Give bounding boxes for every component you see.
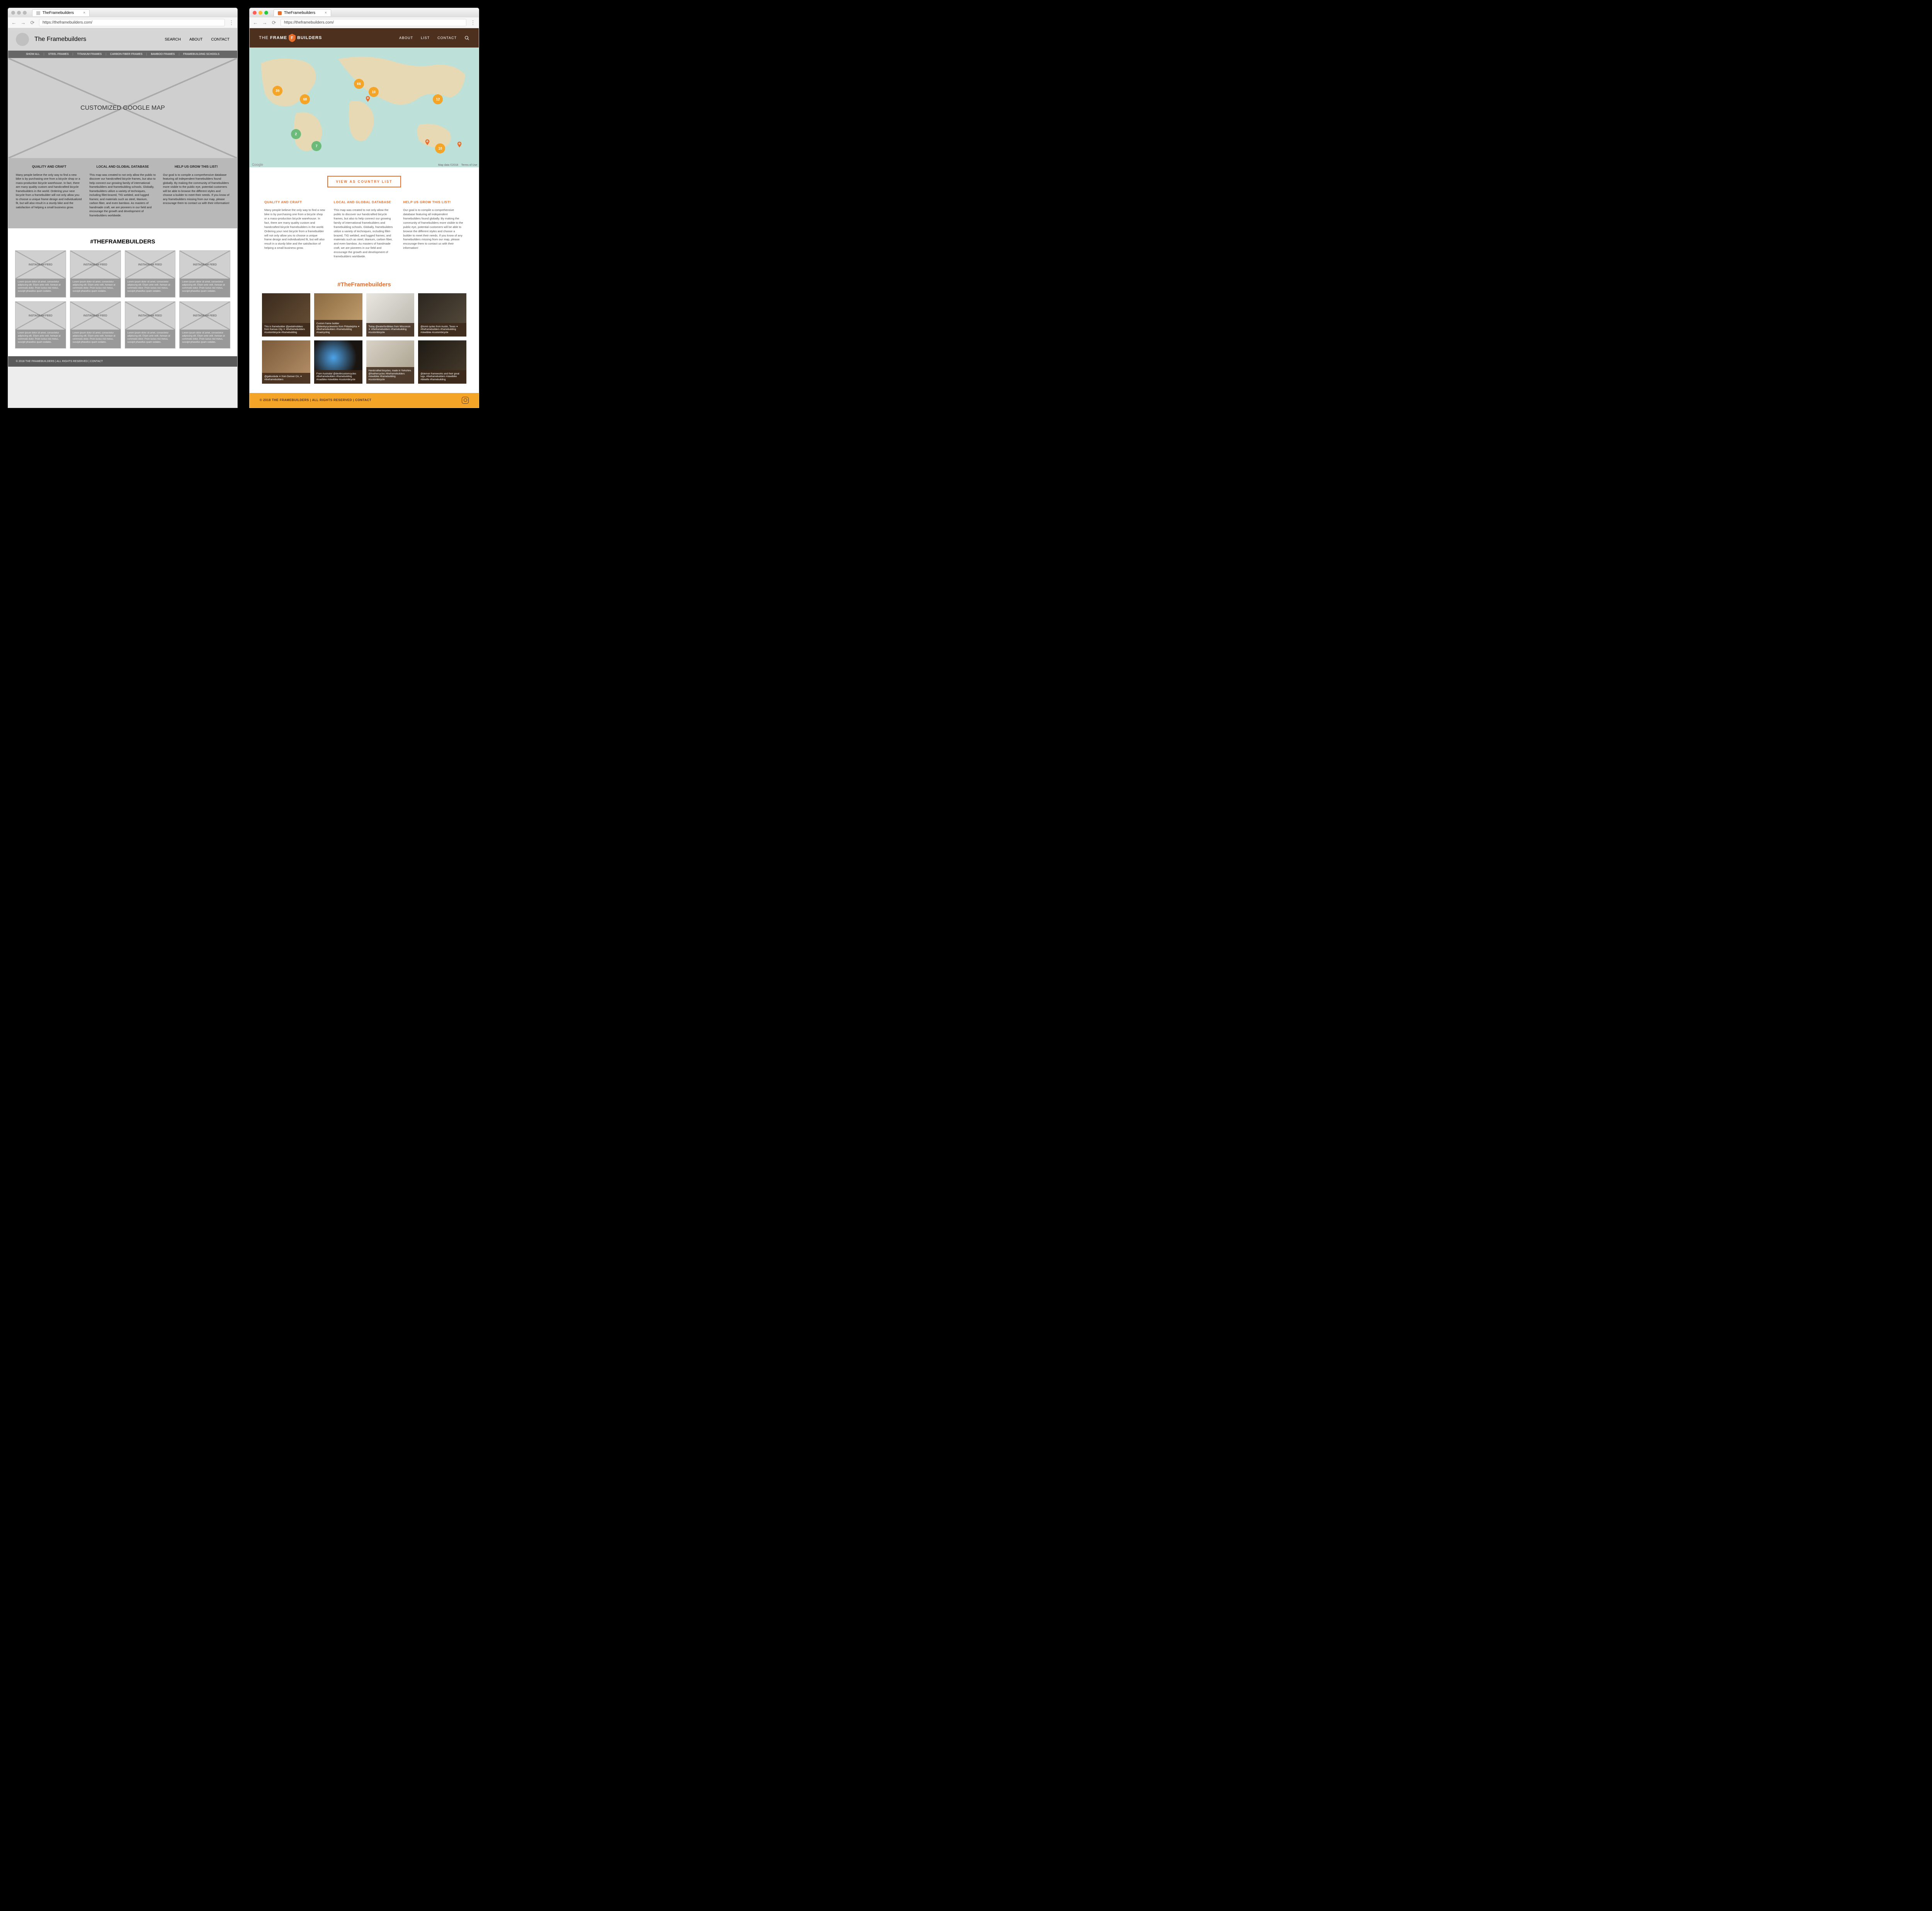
map-placeholder[interactable]: CUSTOMIZED GOOGLE MAP [8, 58, 237, 158]
footer: © 2018 THE FRAMEBUILDERS | ALL RIGHTS RE… [250, 393, 479, 408]
url-field[interactable]: https://theframebuilders.com/ [39, 19, 225, 26]
filter-steel[interactable]: STEEL FRAMES [48, 53, 69, 56]
insta-card[interactable]: Today @waterfordbikes from Wisconsin ✦ #… [366, 293, 415, 337]
filter-carbon[interactable]: CARBON FIBER FRAMES [110, 53, 143, 56]
col-help: HELP US GROW THIS LIST!Our goal is to co… [163, 165, 230, 218]
insta-card[interactable]: From Australia! @devlincustomcycles #the… [314, 340, 362, 384]
nav-contact[interactable]: CONTACT [437, 36, 457, 40]
main-nav: SEARCH ABOUT CONTACT [165, 37, 230, 42]
forward-icon[interactable]: → [20, 20, 26, 26]
insta-card[interactable]: INSTAGRAM FEEDLorem ipsum dolor sit amet… [15, 250, 66, 298]
map-cluster[interactable]: 7 [311, 141, 321, 151]
search-icon[interactable] [464, 36, 469, 41]
close-icon[interactable]: × [325, 11, 327, 15]
browser-tab[interactable]: TheFramebuilders × [274, 9, 331, 16]
map-pin-icon[interactable] [456, 141, 463, 148]
reload-icon[interactable]: ⟳ [271, 20, 277, 26]
address-bar: ← → ⟳ https://theframebuilders.com/ ⋮ [8, 17, 237, 28]
insta-card[interactable]: INSTAGRAM FEEDLorem ipsum dolor sit amet… [179, 250, 230, 298]
map-cluster[interactable]: 66 [354, 79, 364, 89]
window-controls[interactable] [11, 11, 27, 15]
insta-card[interactable]: INSTAGRAM FEEDLorem ipsum dolor sit amet… [15, 301, 66, 349]
info-columns: QUALITY AND CRAFTMany people believe the… [250, 196, 479, 274]
tab-title: TheFramebuilders [284, 11, 315, 15]
nav-contact[interactable]: CONTACT [211, 37, 230, 42]
insta-card[interactable]: INSTAGRAM FEEDLorem ipsum dolor sit amet… [179, 301, 230, 349]
browser-window-wireframe: TheFramebuilders × ← → ⟳ https://thefram… [8, 8, 238, 408]
logo-placeholder[interactable] [16, 33, 29, 46]
col-database: LOCAL AND GLOBAL DATABASEThis map was cr… [89, 165, 156, 218]
nav-search[interactable]: SEARCH [165, 37, 181, 42]
close-icon[interactable]: × [83, 11, 85, 15]
map-cluster[interactable]: 2 [291, 129, 301, 139]
window-controls[interactable] [253, 11, 268, 15]
col-help: HELP US GROW THIS LIST!Our goal is to co… [403, 200, 464, 259]
menu-icon[interactable]: ⋮ [470, 19, 476, 26]
cta-row: VIEW AS COUNTRY LIST [250, 167, 479, 196]
site-title: The Framebuilders [34, 36, 86, 43]
logo-badge-icon: F [289, 34, 296, 42]
view-list-button[interactable]: VIEW AS COUNTRY LIST [327, 176, 401, 187]
map-pin-icon[interactable] [364, 95, 371, 102]
insta-card[interactable]: INSTAGRAM FEEDLorem ipsum dolor sit amet… [70, 250, 121, 298]
instagram-grid: INSTAGRAM FEEDLorem ipsum dolor sit amet… [8, 250, 237, 356]
insta-card[interactable]: Handcrafted bicycles, made in Yorkshire.… [366, 340, 415, 384]
col-quality: QUALITY AND CRAFTMany people believe the… [16, 165, 82, 218]
instagram-title: #THEFRAMEBUILDERS [8, 228, 237, 250]
instagram-icon[interactable] [462, 397, 469, 404]
instagram-title: #TheFramebuilders [250, 274, 479, 293]
tab-title: TheFramebuilders [43, 11, 74, 15]
info-columns: QUALITY AND CRAFTMany people believe the… [8, 158, 237, 228]
url-field[interactable]: https://theframebuilders.com/ [281, 19, 466, 26]
insta-card[interactable]: Custom frame builder @bilenkycycleworks … [314, 293, 362, 337]
insta-card[interactable]: @gallusdude ✦ from Denver CA, ✦ #thefram… [262, 340, 310, 384]
filter-bamboo[interactable]: BAMBOO FRAMES [151, 53, 175, 56]
map-label: CUSTOMIZED GOOGLE MAP [9, 58, 237, 158]
insta-card[interactable]: @demon frameworks and their great lugs. … [418, 340, 466, 384]
svg-text:F: F [291, 36, 294, 41]
nav-list[interactable]: LIST [421, 36, 430, 40]
titlebar: TheFramebuilders × [250, 8, 479, 17]
logo[interactable]: THE FRAME F BUILDERS [259, 34, 322, 42]
site-header: The Framebuilders SEARCH ABOUT CONTACT [8, 28, 237, 51]
menu-icon[interactable]: ⋮ [229, 19, 234, 26]
map-pin-icon[interactable] [424, 139, 431, 146]
site-header: THE FRAME F BUILDERS ABOUT LIST CONTACT [250, 28, 479, 48]
insta-card[interactable]: INSTAGRAM FEEDLorem ipsum dolor sit amet… [125, 250, 176, 298]
titlebar: TheFramebuilders × [8, 8, 237, 17]
nav-about[interactable]: ABOUT [189, 37, 202, 42]
filter-bar: SHOW ALL| STEEL FRAMES| TITANIUM FRAMES|… [8, 51, 237, 58]
insta-card[interactable]: This is framebuilder @pedalinobikes from… [262, 293, 310, 337]
browser-tab[interactable]: TheFramebuilders × [32, 9, 90, 16]
favicon-icon [278, 11, 282, 15]
address-bar: ← → ⟳ https://theframebuilders.com/ ⋮ [250, 17, 479, 28]
nav-about[interactable]: ABOUT [399, 36, 413, 40]
google-map[interactable]: 39686610121027 Google Map data ©2018 Ter… [250, 48, 479, 167]
footer: © 2018 THE FRAMEBUILDERS | ALL RIGHTS RE… [8, 356, 237, 367]
google-logo: Google [252, 163, 263, 167]
back-icon[interactable]: ← [11, 20, 17, 26]
instagram-grid: This is framebuilder @pedalinobikes from… [250, 293, 479, 393]
browser-window-color: TheFramebuilders × ← → ⟳ https://thefram… [249, 8, 479, 408]
reload-icon[interactable]: ⟳ [30, 20, 35, 26]
filter-titanium[interactable]: TITANIUM FRAMES [77, 53, 102, 56]
insta-card[interactable]: INSTAGRAM FEEDLorem ipsum dolor sit amet… [125, 301, 176, 349]
favicon-icon [36, 11, 40, 15]
col-database: LOCAL AND GLOBAL DATABASEThis map was cr… [334, 200, 395, 259]
insta-card[interactable]: INSTAGRAM FEEDLorem ipsum dolor sit amet… [70, 301, 121, 349]
insta-card[interactable]: @tomii cycles from Austin, Texas ✦ #thef… [418, 293, 466, 337]
main-nav: ABOUT LIST CONTACT [399, 36, 469, 41]
map-credits: Map data ©2018 Terms of Use [438, 164, 477, 167]
back-icon[interactable]: ← [253, 20, 258, 26]
filter-schools[interactable]: FRAMEBUILDING SCHOOLS [183, 53, 219, 56]
col-quality: QUALITY AND CRAFTMany people believe the… [264, 200, 325, 259]
forward-icon[interactable]: → [262, 20, 267, 26]
filter-all[interactable]: SHOW ALL [26, 53, 40, 56]
terms-link[interactable]: Terms of Use [461, 164, 477, 167]
